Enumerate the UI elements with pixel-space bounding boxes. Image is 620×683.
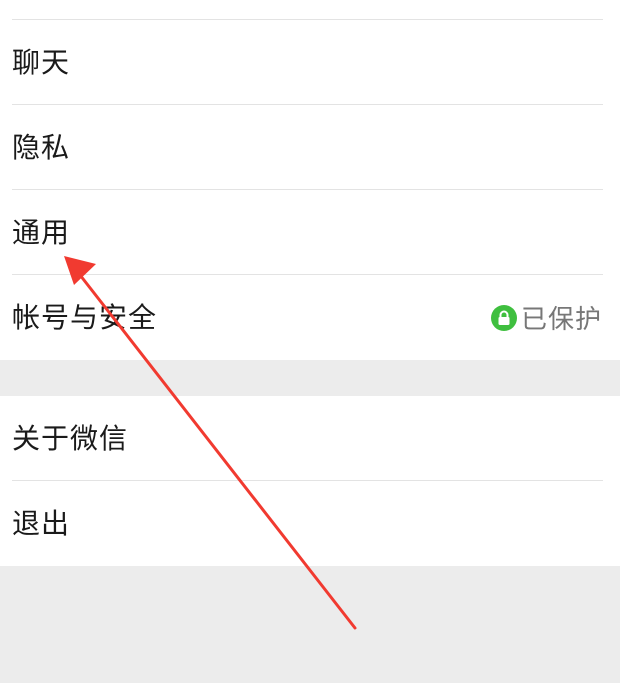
- settings-item-label: 通用: [12, 215, 71, 249]
- settings-item-label: 隐私: [12, 130, 71, 164]
- settings-item-chat[interactable]: 聊天: [0, 20, 620, 105]
- settings-group-secondary: 关于微信 退出: [0, 396, 620, 566]
- settings-item-logout[interactable]: 退出: [0, 481, 620, 566]
- lock-icon: [490, 304, 517, 331]
- settings-item-about[interactable]: 关于微信: [0, 396, 620, 481]
- settings-group-primary: 聊天 隐私 通用 帐号与安全 已保护: [0, 0, 620, 360]
- settings-item-account-security[interactable]: 帐号与安全 已保护: [0, 275, 620, 360]
- settings-item-label: 帐号与安全: [12, 300, 158, 334]
- account-status: 已保护: [490, 299, 602, 336]
- settings-item-label: 关于微信: [12, 421, 129, 455]
- settings-item-privacy[interactable]: 隐私: [0, 105, 620, 190]
- settings-item-label: 退出: [12, 506, 71, 540]
- settings-item-general[interactable]: 通用: [0, 190, 620, 275]
- status-text: 已保护: [520, 305, 602, 335]
- settings-item-label: 聊天: [12, 45, 71, 79]
- settings-screen: 聊天 隐私 通用 帐号与安全 已保护 关于微信 退出: [0, 0, 620, 683]
